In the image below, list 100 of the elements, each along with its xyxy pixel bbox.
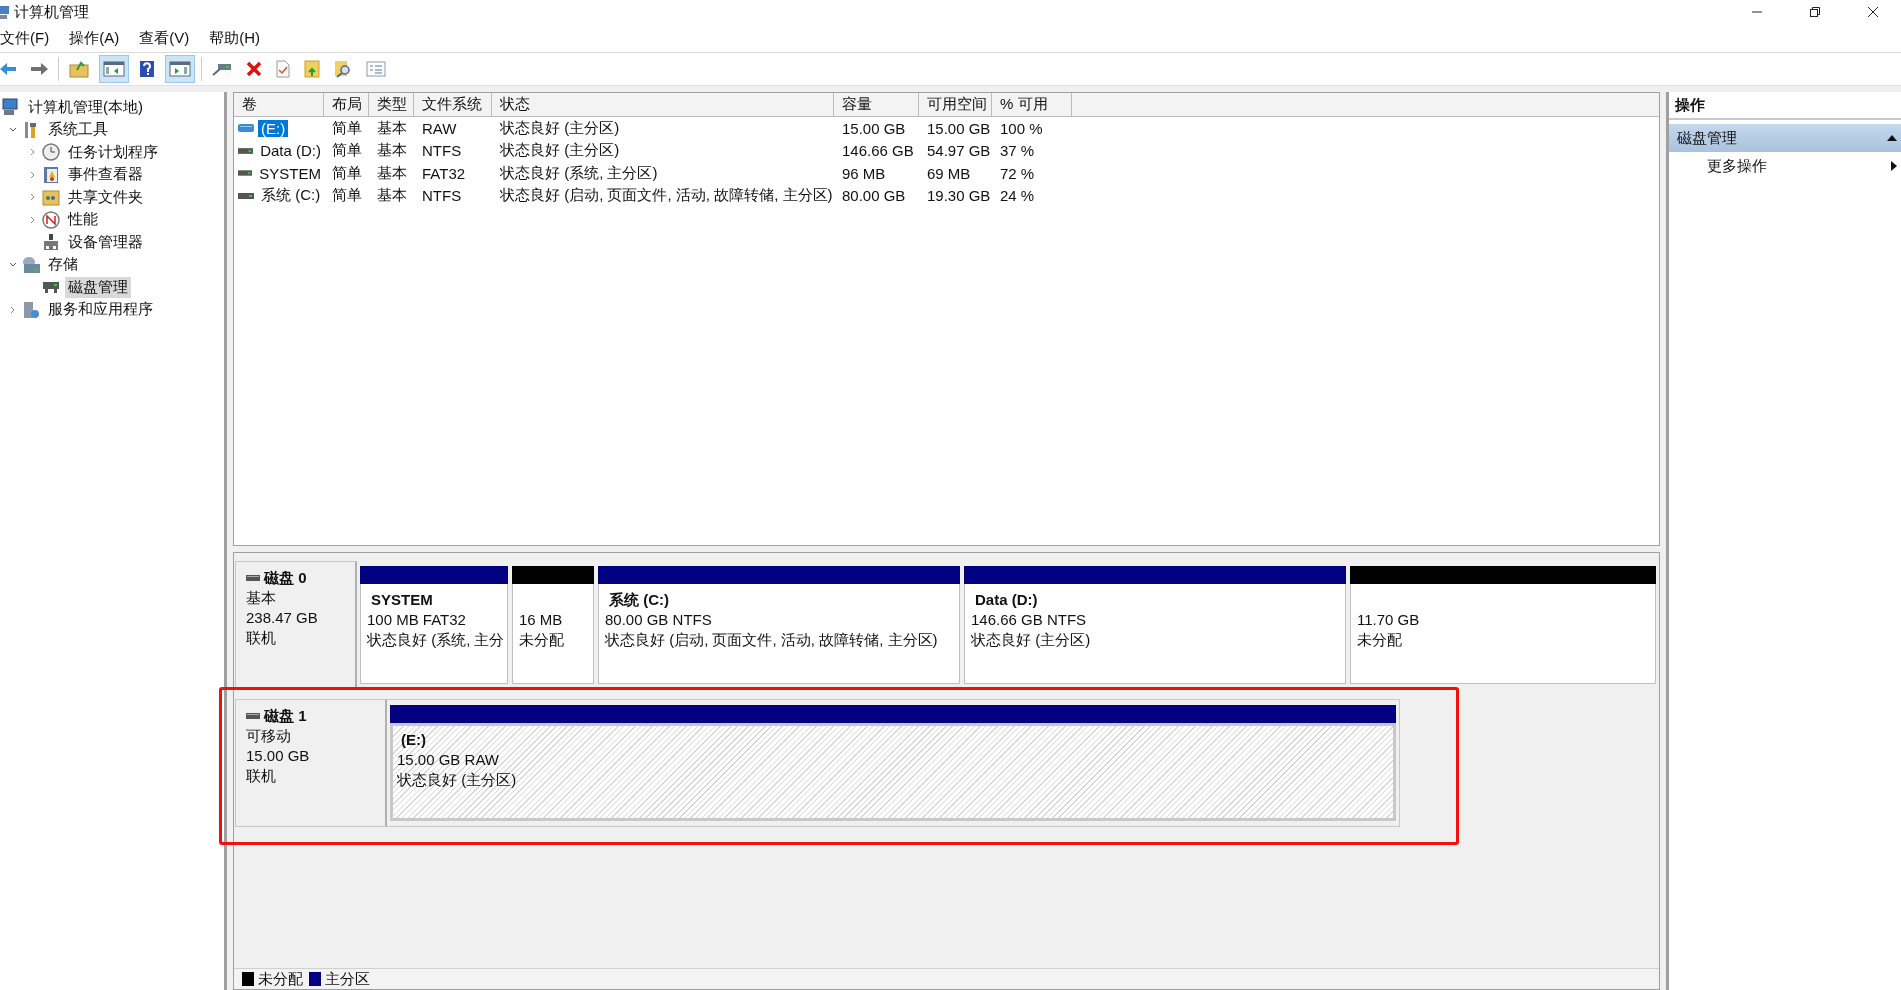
table-cell: FAT32 [422, 164, 466, 182]
menu-item[interactable]: 查看(V) [139, 28, 190, 48]
tree-item[interactable]: 磁盘管理 [65, 276, 131, 298]
disk-type: 基本 [246, 588, 277, 608]
partition-name: Data (D:) [974, 590, 1039, 610]
drive-icon [238, 147, 254, 154]
partition-block[interactable]: 11.70 GB 未分配 [1350, 584, 1656, 684]
tree-item[interactable]: 事件查看器 [65, 164, 146, 186]
tree-item[interactable]: 计算机管理(本地) [25, 96, 146, 118]
table-cell: 96 MB [842, 164, 886, 182]
partition-name: SYSTEM [370, 590, 434, 610]
collapsed-chevron-icon[interactable] [30, 215, 36, 224]
tools-icon [23, 120, 39, 139]
tree-item[interactable]: 系统工具 [45, 119, 111, 141]
table-cell: 146.66 GB [842, 142, 914, 160]
action-group-header[interactable]: 磁盘管理 [1669, 124, 1901, 152]
partition-block[interactable]: 系统 (C:) 80.00 GB NTFS 状态良好 (启动, 页面文件, 活动, 故障转储, 主分区) [598, 584, 960, 684]
table-cell: 状态良好 (启动, 页面文件, 活动, 故障转储, 主分区) [500, 186, 833, 206]
tree-item[interactable]: 设备管理器 [65, 231, 146, 253]
column-header[interactable]: 文件系统 [414, 93, 492, 117]
restore-icon[interactable] [1809, 6, 1821, 18]
column-header[interactable]: 类型 [369, 93, 414, 117]
action-item[interactable]: 更多操作 [1707, 156, 1767, 176]
table-cell: 72 % [1000, 164, 1035, 182]
partition-status: 状态良好 (系统, 主分 [367, 630, 501, 650]
disk-status: 联机 [246, 628, 277, 648]
action-pane-icon[interactable] [165, 55, 195, 83]
partition-size: 11.70 GB [1357, 610, 1421, 630]
table-cell: 基本 [377, 141, 407, 161]
tree-pane-icon[interactable] [99, 55, 129, 83]
column-header[interactable]: 状态 [492, 93, 834, 117]
tree-item[interactable]: 共享文件夹 [65, 186, 146, 208]
table-cell: 状态良好 (系统, 主分区) [500, 163, 658, 183]
partition-name: (E:) [400, 730, 427, 750]
partition-size: 100 MB FAT32 [367, 610, 467, 630]
disk-name: 磁盘 0 [264, 568, 307, 588]
column-header[interactable]: 可用空间 [919, 93, 992, 117]
menu-item[interactable]: 文件(F) [0, 28, 50, 48]
table-cell: 54.97 GB [927, 142, 991, 160]
collapsed-chevron-icon[interactable] [30, 148, 36, 157]
disk-name: 磁盘 1 [264, 706, 307, 726]
table-cell: 19.30 GB [927, 187, 991, 205]
actions-header: 操作 [1669, 92, 1901, 120]
services-icon [22, 300, 40, 319]
disk-drive-icon [42, 280, 60, 295]
window-title: 计算机管理 [14, 2, 89, 22]
event-log-icon [43, 165, 59, 184]
table-cell: 状态良好 (主分区) [500, 118, 620, 138]
volume-name[interactable]: Data (D:) [257, 142, 324, 160]
drive-icon [238, 192, 254, 199]
collapsed-chevron-icon[interactable] [10, 305, 16, 314]
column-header[interactable]: % 可用 [992, 93, 1072, 117]
device-icon [43, 233, 59, 252]
tree-item[interactable]: 性能 [65, 209, 101, 231]
volume-name[interactable]: SYSTEM [256, 164, 324, 182]
table-cell: 基本 [377, 163, 407, 183]
disk-info-panel[interactable]: 磁盘 0 基本 238.47 GB 联机 [235, 561, 357, 689]
partition-status: 状态良好 (主分区) [397, 770, 518, 790]
collapsed-chevron-icon[interactable] [30, 193, 36, 202]
menu-item[interactable]: 操作(A) [69, 28, 120, 48]
column-header[interactable]: 布局 [324, 93, 369, 117]
clock-icon [42, 143, 60, 162]
expanded-chevron-icon[interactable] [9, 126, 17, 133]
disk-status: 联机 [246, 766, 277, 786]
storage-icon [21, 255, 41, 274]
partition-size: 80.00 GB NTFS [605, 610, 713, 630]
table-cell: 简单 [332, 118, 362, 138]
expanded-chevron-icon[interactable] [9, 261, 17, 268]
volume-name[interactable]: (E:) [258, 119, 289, 137]
table-cell: 15.00 GB [842, 119, 906, 137]
disk-info-panel[interactable]: 磁盘 1 可移动 15.00 GB 联机 [235, 699, 387, 827]
drive-icon [238, 170, 253, 177]
volume-name[interactable]: 系统 (C:) [258, 186, 324, 206]
collapse-icon [1887, 135, 1897, 141]
table-cell: 状态良好 (主分区) [500, 141, 620, 161]
menu-item[interactable]: 帮助(H) [209, 28, 260, 48]
column-header[interactable]: 容量 [834, 93, 919, 117]
partition-block[interactable]: SYSTEM 100 MB FAT32 状态良好 (系统, 主分 [360, 584, 508, 684]
table-cell: 69 MB [927, 164, 971, 182]
close-icon[interactable] [1867, 6, 1879, 18]
table-cell: 简单 [332, 163, 362, 183]
table-cell: NTFS [422, 187, 462, 205]
table-cell: NTFS [422, 142, 462, 160]
partition-block[interactable]: 16 MB 未分配 [512, 584, 594, 684]
tree-item[interactable]: 任务计划程序 [65, 141, 161, 163]
disk-size: 15.00 GB [246, 746, 311, 766]
partition-block[interactable]: (E:) 15.00 GB RAW 状态良好 (主分区) [390, 723, 1396, 821]
tree-item[interactable]: 存储 [45, 254, 81, 276]
shared-folder-icon [42, 188, 60, 207]
column-header[interactable]: 卷 [234, 93, 324, 117]
table-cell: 37 % [1000, 142, 1035, 160]
tree-item[interactable]: 服务和应用程序 [45, 299, 156, 321]
table-cell: 基本 [377, 186, 407, 206]
partition-name: 系统 (C:) [608, 590, 670, 610]
partition-status: 未分配 [1357, 630, 1403, 650]
computer-icon [2, 98, 20, 117]
partition-status: 状态良好 (主分区) [971, 630, 1092, 650]
collapsed-chevron-icon[interactable] [30, 170, 36, 179]
table-cell: 基本 [377, 118, 407, 138]
partition-block[interactable]: Data (D:) 146.66 GB NTFS 状态良好 (主分区) [964, 584, 1346, 684]
